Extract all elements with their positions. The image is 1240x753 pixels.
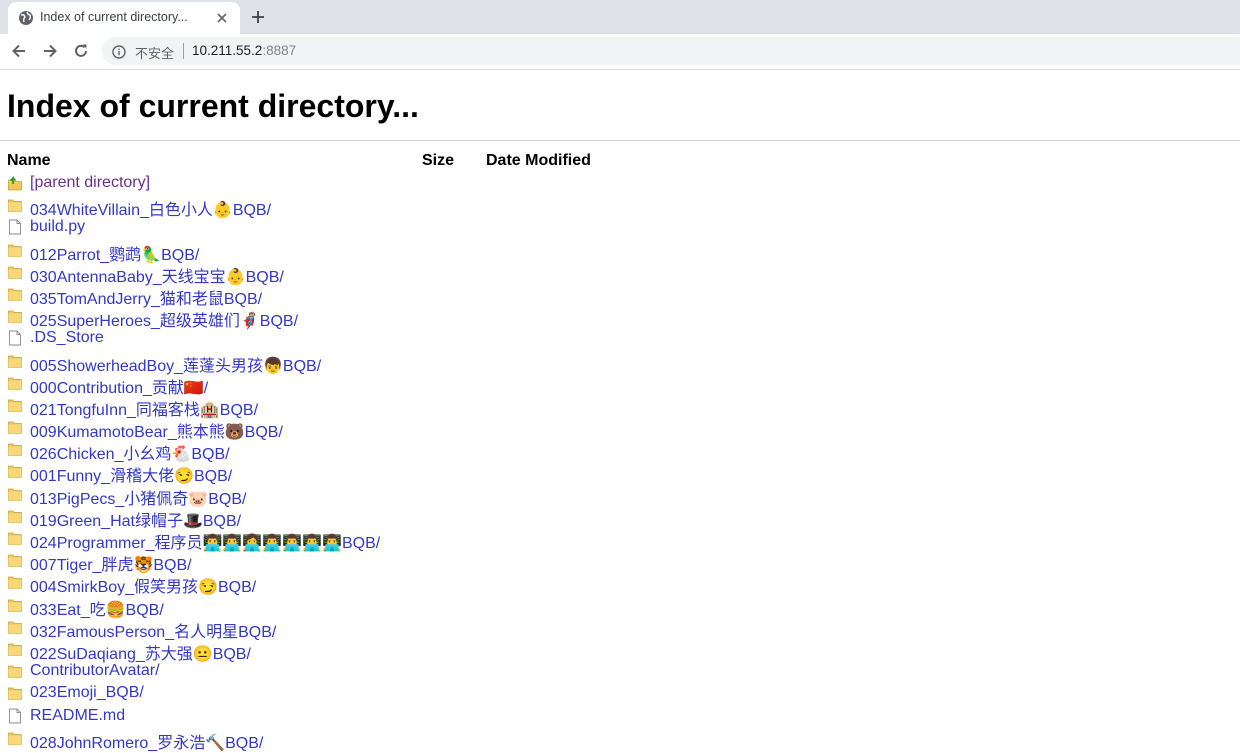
file-icon: [8, 330, 22, 346]
list-item: 030AntennaBaby_天线宝宝👶BQB/: [0, 262, 1240, 286]
folder-icon: [8, 574, 22, 590]
url-port: :8887: [262, 43, 297, 58]
list-item: 035TomAndJerry_猫和老鼠BQB/: [0, 284, 1240, 308]
list-item: 001Funny_滑稽大佬😏BQB/: [0, 461, 1240, 485]
folder-icon: [8, 597, 22, 613]
divider: [0, 140, 1240, 141]
folder-icon: [8, 730, 22, 746]
folder-icon: [8, 419, 22, 435]
folder-icon: [8, 508, 22, 524]
column-header-name[interactable]: Name: [7, 152, 51, 170]
list-item: [parent directory]: [0, 173, 1240, 195]
list-item: build.py: [0, 217, 1240, 239]
list-item: ContributorAvatar/: [0, 661, 1240, 683]
entry-link[interactable]: build.py: [30, 218, 85, 236]
list-item: 009KumamotoBear_熊本熊🐻BQB/: [0, 417, 1240, 441]
folder-icon: [8, 641, 22, 657]
reload-icon[interactable]: [72, 42, 90, 60]
entry-link[interactable]: .DS_Store: [30, 329, 104, 347]
list-item: 034WhiteVillain_白色小人👶BQB/: [0, 195, 1240, 219]
globe-icon: [18, 10, 34, 26]
browser-toolbar: 不安全 10.211.55.2:8887: [0, 34, 1240, 70]
list-item: 000Contribution_贡献🇨🇳/: [0, 373, 1240, 397]
list-item: 023Emoji_BQB/: [0, 683, 1240, 705]
list-item: 022SuDaqiang_苏大强😐BQB/: [0, 639, 1240, 663]
entry-link[interactable]: 023Emoji_BQB/: [30, 684, 144, 702]
folder-icon: [8, 197, 22, 213]
forward-arrow-icon[interactable]: [41, 42, 59, 60]
list-item: 007Tiger_胖虎🐯BQB/: [0, 550, 1240, 574]
list-item: README.md: [0, 706, 1240, 728]
entry-link[interactable]: ContributorAvatar/: [30, 662, 160, 680]
folder-icon: [8, 242, 22, 258]
folder-icon: [8, 264, 22, 280]
list-item: 026Chicken_小幺鸡🐔BQB/: [0, 439, 1240, 463]
tab-title: Index of current directory...: [40, 10, 188, 24]
list-item: 032FamousPerson_名人明星BQB/: [0, 617, 1240, 641]
list-item: 004SmirkBoy_假笑男孩😏BQB/: [0, 572, 1240, 596]
column-header-date[interactable]: Date Modified: [486, 152, 591, 170]
browser-tab[interactable]: Index of current directory...: [8, 2, 240, 34]
url-text[interactable]: 10.211.55.2:8887: [192, 43, 296, 58]
close-icon[interactable]: [214, 10, 230, 26]
folder-icon: [8, 397, 22, 413]
list-item: 021TongfuInn_同福客栈🏨BQB/: [0, 395, 1240, 419]
plus-icon[interactable]: [250, 9, 266, 25]
file-icon: [8, 708, 22, 724]
address-bar[interactable]: 不安全 10.211.55.2:8887: [102, 37, 1240, 65]
list-item: 033Eat_吃🍔BQB/: [0, 595, 1240, 619]
security-label[interactable]: 不安全: [135, 43, 174, 62]
list-item: 013PigPecs_小猪佩奇🐷BQB/: [0, 484, 1240, 508]
folder-icon: [8, 286, 22, 302]
list-item: 012Parrot_鹦鹉🦜BQB/: [0, 240, 1240, 264]
list-item: 005ShowerheadBoy_莲蓬头男孩👦BQB/: [0, 351, 1240, 375]
folder-icon: [8, 353, 22, 369]
folder-icon: [8, 619, 22, 635]
folder-icon: [8, 463, 22, 479]
list-item: .DS_Store: [0, 328, 1240, 350]
folder-icon: [8, 308, 22, 324]
page-title: Index of current directory...: [7, 88, 419, 124]
directory-listing: [parent directory] 034WhiteVillain_白色小人👶B…: [0, 173, 1240, 753]
folder-icon: [8, 552, 22, 568]
column-header-size[interactable]: Size: [422, 152, 454, 170]
list-item: 025SuperHeroes_超级英雄们🦸BQB/: [0, 306, 1240, 330]
folder-icon: [8, 375, 22, 391]
file-icon: [8, 219, 22, 235]
folder-icon: [8, 530, 22, 546]
entry-link[interactable]: README.md: [30, 707, 125, 725]
folder-icon: [8, 685, 22, 701]
list-item: 028JohnRomero_罗永浩🔨BQB/: [0, 728, 1240, 753]
entry-link[interactable]: 028JohnRomero_罗永浩🔨BQB/: [30, 729, 263, 753]
parent-directory-link[interactable]: [parent directory]: [30, 174, 150, 192]
folder-icon: [8, 663, 22, 679]
info-icon[interactable]: [112, 44, 126, 59]
folder-icon: [8, 486, 22, 502]
list-item: 024Programmer_程序员👨‍💻👨‍💻👩‍💻👨‍💻👨‍💻👨‍💻👨‍💻BQ…: [0, 528, 1240, 552]
list-item: 019Green_Hat绿帽子🎩BQB/: [0, 506, 1240, 530]
back-arrow-icon[interactable]: [10, 42, 28, 60]
address-separator: [183, 43, 184, 59]
folder-icon: [8, 441, 22, 457]
url-host: 10.211.55.2: [192, 43, 263, 58]
tab-strip: Index of current directory...: [0, 0, 1240, 34]
parent-up-icon: [8, 175, 22, 191]
